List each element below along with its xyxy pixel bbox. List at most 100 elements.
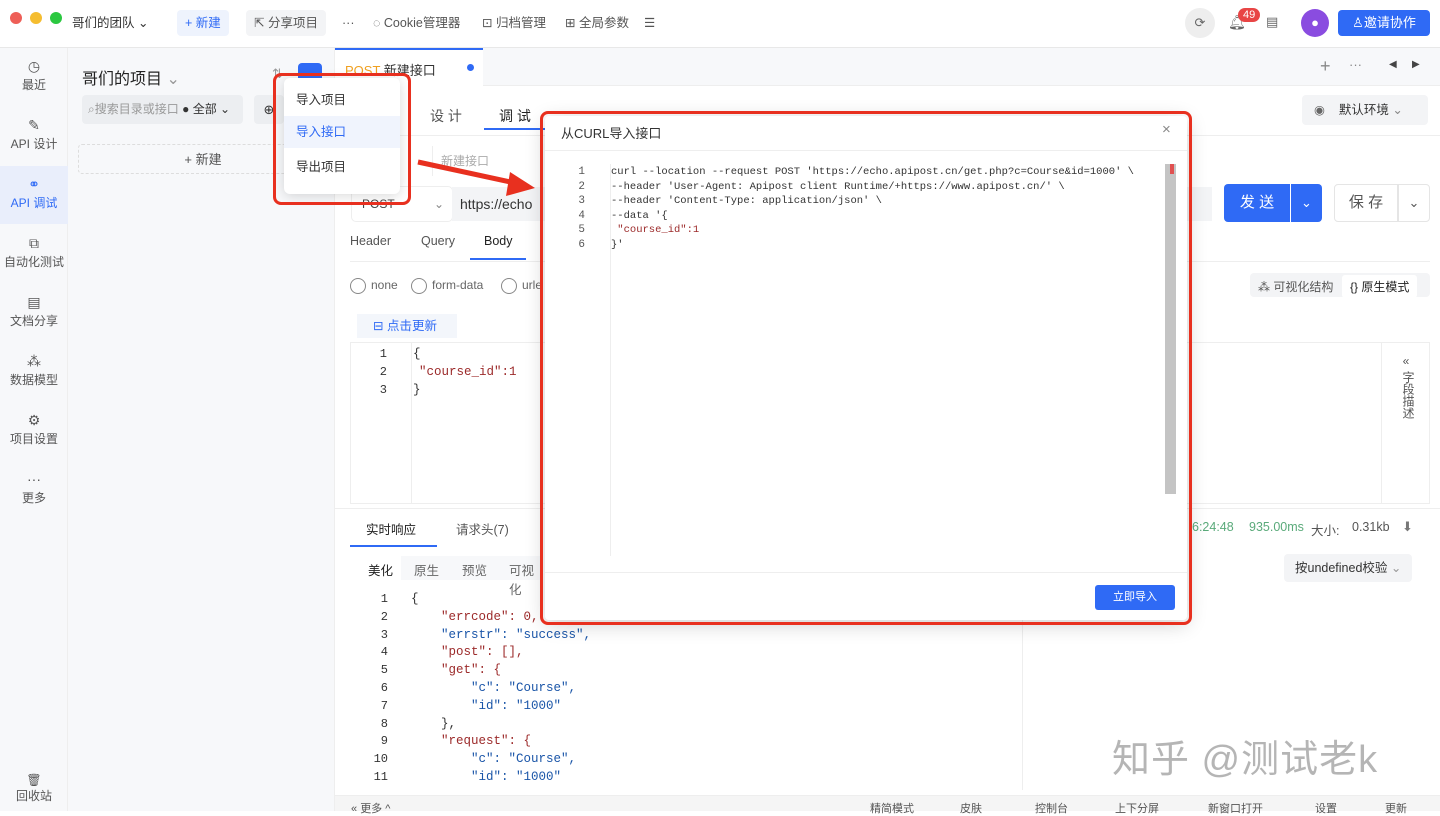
code-line: "errstr": "success", — [411, 627, 592, 642]
notification-badge: 49 — [1238, 8, 1261, 22]
format-preview[interactable]: 预览 — [462, 560, 487, 579]
footer-item[interactable]: 控制台 — [1035, 800, 1068, 816]
maximize-window-button[interactable] — [50, 12, 62, 24]
nav-item-edit[interactable]: ✎ API 设计 — [0, 107, 68, 165]
add-tab-icon[interactable]: + — [1320, 56, 1331, 77]
environment-select[interactable]: ◉ 默认环境 ⌄ — [1302, 95, 1428, 125]
footer-item[interactable]: 新窗口打开 — [1208, 800, 1263, 816]
top-bar: 哥们的团队 ⌄ + 新建 ⇱ 分享项目 ··· ◌ Cookie管理器 ⊡ 归档… — [0, 0, 1440, 48]
line-number: 4 — [380, 645, 388, 660]
settings-icon: ⚙ — [27, 412, 41, 428]
cookie-manager-button[interactable]: ◌ Cookie管理器 — [365, 10, 468, 36]
link-icon: ⚭ — [28, 176, 40, 192]
nav-item-settings[interactable]: ⚙ 项目设置 — [0, 402, 68, 460]
avatar[interactable]: ● — [1301, 9, 1329, 37]
footer: « 更多 ^ 精简模式 皮肤 控制台 上下分屏 新窗口打开 设置 更新 — [335, 795, 1440, 815]
share-icon: ⇱ — [254, 16, 268, 30]
footer-item[interactable]: 上下分屏 — [1115, 800, 1159, 816]
global-params-button[interactable]: ⊞ 全局参数 — [557, 10, 637, 36]
footer-item[interactable]: 设置 — [1315, 800, 1337, 816]
edit-icon: ✎ — [28, 117, 40, 133]
view-raw[interactable]: {} 原生模式 — [1342, 275, 1418, 298]
code-line: { — [411, 592, 419, 606]
sync-icon[interactable]: ⟳ — [1185, 8, 1215, 38]
format-raw[interactable]: 原生 — [414, 560, 439, 579]
save-button[interactable]: 保 存 — [1334, 184, 1398, 222]
flow-icon: ⧉ — [29, 235, 39, 251]
archive-button[interactable]: ⊡ 归档管理 — [474, 10, 554, 36]
download-icon[interactable]: ⬇ — [1402, 519, 1413, 535]
code-line: }, — [411, 716, 457, 731]
tab-debug[interactable]: 调 试 — [499, 106, 531, 126]
nav-item-model[interactable]: ⁂ 数据模型 — [0, 343, 68, 401]
request-tabs: POST 新建接口 + ··· ◀ ▶ — [335, 48, 1440, 86]
tab-more-icon[interactable]: ··· — [1349, 57, 1362, 72]
code-line: "id": "1000" — [411, 698, 562, 713]
watermark: 知乎 @测试老k — [1112, 739, 1379, 781]
save-options-icon[interactable]: ⌄ — [1398, 184, 1430, 222]
nav-item-doc[interactable]: ▤ 文档分享 — [0, 284, 68, 342]
refresh-icon: ⊟ — [373, 319, 387, 333]
new-button[interactable]: + 新建 — [177, 10, 229, 36]
code-line: "c": "Course", — [411, 752, 577, 767]
trash-button[interactable]: 🗑︎ 回收站 — [0, 773, 68, 804]
validate-select[interactable]: 按undefined校验 ⌄ — [1284, 554, 1412, 582]
line-number: 1 — [380, 592, 388, 606]
response-time: 6:24:48 — [1192, 520, 1234, 534]
line-number: 5 — [380, 663, 388, 678]
filter-select[interactable]: 全部 — [193, 102, 217, 116]
nav-item-more[interactable]: ··· 更多 — [0, 461, 68, 519]
minimize-window-button[interactable] — [30, 12, 42, 24]
tab-realtime-response[interactable]: 实时响应 — [366, 519, 416, 538]
line-number: 9 — [380, 734, 388, 749]
highlight-box — [540, 111, 1192, 625]
refresh-button[interactable]: ⊟ 点击更新 — [357, 314, 457, 338]
close-window-button[interactable] — [10, 12, 22, 24]
footer-item[interactable]: 更新 — [1385, 800, 1407, 816]
tab-header[interactable]: Header — [350, 234, 391, 248]
line-number: 11 — [373, 770, 388, 784]
clock-icon: ◷ — [27, 58, 41, 74]
search-input[interactable]: ⌕搜索目录或接口 ● 全部 ⌄ — [82, 95, 243, 124]
view-visual[interactable]: ⁂ 可视化结构 — [1258, 278, 1333, 295]
field-description-toggle[interactable]: «字段描述 — [1398, 352, 1415, 419]
notes-icon[interactable]: ▤ — [1266, 14, 1278, 30]
format-pretty[interactable]: 美化 — [360, 556, 402, 583]
share-project-button[interactable]: ⇱ 分享项目 — [246, 10, 326, 36]
send-options-icon[interactable]: ⌄ — [1291, 184, 1322, 222]
radio-label: form-data — [432, 278, 484, 292]
radio-label: urle — [522, 278, 543, 292]
radio-none[interactable] — [350, 278, 366, 294]
tab-query[interactable]: Query — [421, 234, 455, 248]
user-icon: ♙ — [1352, 15, 1364, 30]
tab-next-icon[interactable]: ▶ — [1412, 59, 1420, 70]
size-label: 大小: — [1311, 524, 1340, 538]
trash-icon: 🗑︎ — [26, 773, 42, 787]
send-button[interactable]: 发 送 — [1224, 184, 1290, 222]
nav-item-flow[interactable]: ⧉ 自动化测试 — [0, 225, 68, 283]
project-selector[interactable]: 哥们的项目 ⌄ — [82, 65, 180, 89]
code-line: "post": [], — [411, 645, 524, 660]
footer-more[interactable]: « 更多 ^ — [351, 800, 390, 816]
doc-icon: ▤ — [27, 294, 41, 310]
invite-button[interactable]: ♙邀请协作 — [1338, 10, 1430, 36]
archive-icon: ⊡ — [482, 16, 496, 30]
code-line: { — [413, 347, 421, 361]
nav-item-clock[interactable]: ◷ 最近 — [0, 48, 68, 106]
tab-prev-icon[interactable]: ◀ — [1389, 59, 1397, 70]
tab-request-headers[interactable]: 请求头(7) — [456, 519, 509, 538]
tab-body[interactable]: Body — [484, 234, 513, 248]
more-button[interactable]: ··· — [334, 10, 363, 36]
radio-form-data[interactable] — [411, 278, 427, 294]
model-icon: ⁂ — [27, 353, 41, 369]
active-response-indicator — [350, 545, 437, 547]
highlight-box — [273, 73, 411, 205]
nav-item-link[interactable]: ⚭ API 调试 — [0, 166, 68, 224]
footer-item[interactable]: 皮肤 — [960, 800, 982, 816]
team-selector[interactable]: 哥们的团队 ⌄ — [64, 10, 156, 36]
radio-urlencoded[interactable] — [501, 278, 517, 294]
footer-item[interactable]: 精简模式 — [870, 800, 914, 816]
view-mode-toggle: ⁂ 可视化结构 {} 原生模式 — [1250, 273, 1430, 298]
tab-design[interactable]: 设 计 — [430, 106, 462, 126]
menu-icon[interactable]: ☰ — [636, 10, 663, 36]
